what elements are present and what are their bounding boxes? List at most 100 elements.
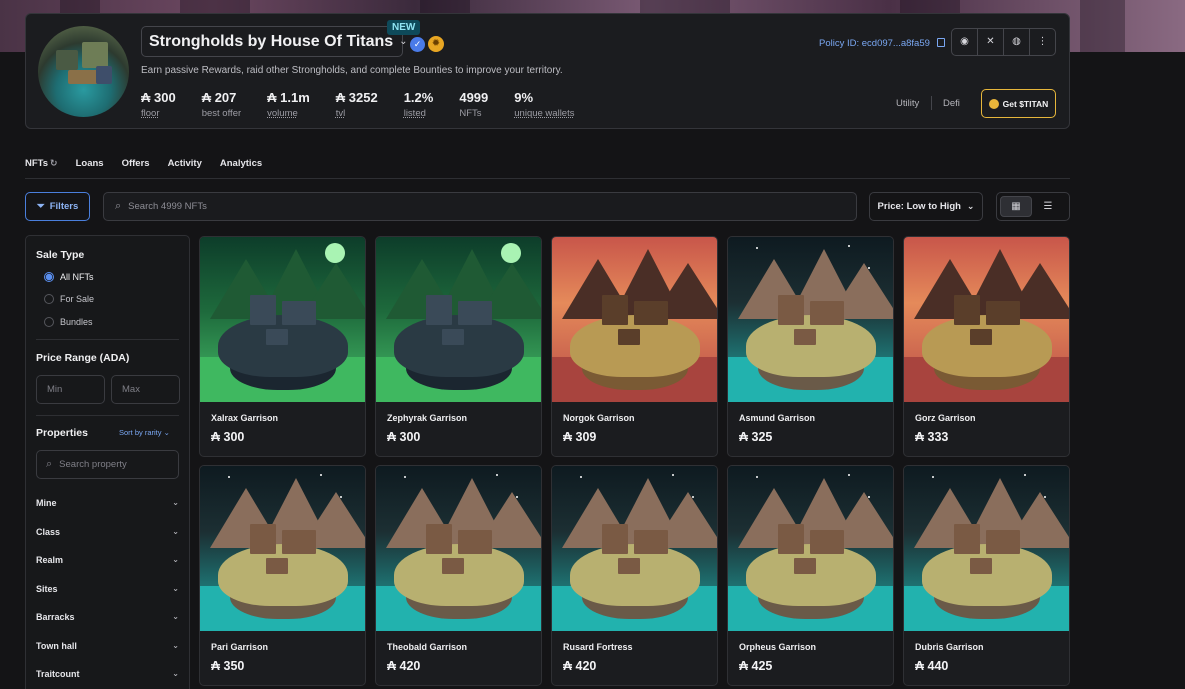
star-shape <box>868 496 870 498</box>
tab-activity[interactable]: Activity <box>168 158 202 169</box>
radio-label: Bundles <box>60 317 93 327</box>
tab-analytics[interactable]: Analytics <box>220 158 262 169</box>
nft-price: ₳ 425 <box>739 659 773 673</box>
nft-card[interactable]: Pari Garrison ₳ 350 <box>199 465 366 686</box>
nft-card[interactable]: Gorz Garrison ₳ 333 <box>903 236 1070 457</box>
star-shape <box>692 496 694 498</box>
chevron-down-icon: ⌄ <box>172 584 179 593</box>
property-town-hall[interactable]: Town hall ⌄ <box>36 641 179 651</box>
radio-dot <box>44 272 54 282</box>
x-icon[interactable]: ✕ <box>978 29 1004 55</box>
nft-image[interactable] <box>552 237 717 402</box>
radio-all-nfts[interactable]: All NFTs <box>44 272 94 282</box>
stat-label: best offer <box>201 108 242 119</box>
radio-label: All NFTs <box>60 272 94 282</box>
nft-card[interactable]: Zephyrak Garrison ₳ 300 <box>375 236 542 457</box>
collection-avatar <box>38 26 129 117</box>
stat-label: listed <box>403 108 426 119</box>
tab-offers[interactable]: Offers <box>122 158 150 169</box>
property-label: Town hall <box>36 641 77 651</box>
nft-card[interactable]: Dubris Garrison ₳ 440 <box>903 465 1070 686</box>
property-mine[interactable]: Mine ⌄ <box>36 498 179 508</box>
min-price-input[interactable]: Min <box>36 375 105 404</box>
property-label: Barracks <box>36 612 75 622</box>
search-nfts-input[interactable]: ⌕ Search 4999 NFTs <box>103 192 857 221</box>
building-shape <box>634 301 668 325</box>
building-shape <box>618 558 640 574</box>
sort-by-rarity-dropdown[interactable]: Sort by rarity ⌄ <box>119 428 170 437</box>
chevron-down-icon: ⌄ <box>172 527 179 536</box>
get-titan-button[interactable]: Get $TITAN <box>981 89 1056 118</box>
radio-for-sale[interactable]: For Sale <box>44 294 94 304</box>
copy-icon[interactable] <box>936 38 945 47</box>
globe-icon[interactable]: ◍ <box>1004 29 1030 55</box>
filters-label: Filters <box>49 201 79 212</box>
list-view-icon[interactable]: ☰ <box>1032 196 1064 217</box>
nft-card[interactable]: Theobald Garrison ₳ 420 <box>375 465 542 686</box>
nft-image[interactable] <box>200 466 365 631</box>
property-realm[interactable]: Realm ⌄ <box>36 555 179 565</box>
policy-id[interactable]: Policy ID: ecd097...a8fa59 <box>819 38 945 49</box>
property-traitcount[interactable]: Traitcount ⌄ <box>36 669 179 679</box>
star-shape <box>496 474 498 476</box>
tab-nfts[interactable]: NFTs ↻ <box>25 158 58 169</box>
building-shape <box>282 530 316 554</box>
nft-card[interactable]: Xalrax Garrison ₳ 300 <box>199 236 366 457</box>
category-defi[interactable]: Defi <box>943 98 960 109</box>
nft-name: Norgok Garrison <box>563 413 635 423</box>
collection-title-dropdown[interactable]: Strongholds by House Of Titans ⌄ <box>141 26 408 57</box>
collection-title: Strongholds by House Of Titans <box>149 32 394 50</box>
nft-image[interactable] <box>904 237 1069 402</box>
building-shape <box>778 295 804 325</box>
sort-dropdown[interactable]: Price: Low to High ⌄ <box>869 192 983 221</box>
nft-card[interactable]: Orpheus Garrison ₳ 425 <box>727 465 894 686</box>
tab-loans[interactable]: Loans <box>76 158 104 169</box>
building-shape <box>954 524 980 554</box>
building-shape <box>602 524 628 554</box>
property-barracks[interactable]: Barracks ⌄ <box>36 612 179 622</box>
star-shape <box>580 476 582 478</box>
max-price-input[interactable]: Max <box>111 375 180 404</box>
nft-image[interactable] <box>376 237 541 402</box>
stat-volume: ₳ 1.1m volume <box>267 90 310 119</box>
nft-card[interactable]: Norgok Garrison ₳ 309 <box>551 236 718 457</box>
nft-price: ₳ 300 <box>387 430 421 444</box>
nft-image[interactable] <box>376 466 541 631</box>
gold-seal-icon: ✹ <box>428 36 444 52</box>
property-class[interactable]: Class ⌄ <box>36 527 179 537</box>
nft-image[interactable] <box>728 466 893 631</box>
nft-card[interactable]: Rusard Fortress ₳ 420 <box>551 465 718 686</box>
chevron-down-icon: ⌄ <box>399 36 408 47</box>
star-shape <box>756 247 758 249</box>
nft-image[interactable] <box>728 237 893 402</box>
radio-bundles[interactable]: Bundles <box>44 317 93 327</box>
property-search-input[interactable]: ⌕ Search property <box>36 450 179 479</box>
building-shape <box>442 329 464 345</box>
tabs-divider <box>25 178 1070 179</box>
building-shape <box>250 295 276 325</box>
nft-image[interactable] <box>904 466 1069 631</box>
coin-icon <box>988 98 999 109</box>
stat-label: tvl <box>335 108 346 119</box>
property-sites[interactable]: Sites ⌄ <box>36 584 179 594</box>
filters-button[interactable]: ⏷ Filters <box>25 192 90 221</box>
category-utility[interactable]: Utility <box>896 98 919 109</box>
building-shape <box>954 295 980 325</box>
social-links: ◉ ✕ ◍ ⋮ <box>951 28 1056 56</box>
sort-by-rarity-label: Sort by rarity <box>119 428 162 437</box>
nft-price: ₳ 440 <box>915 659 949 673</box>
more-icon[interactable]: ⋮ <box>1030 29 1055 55</box>
discord-icon[interactable]: ◉ <box>952 29 978 55</box>
building-shape <box>282 301 316 325</box>
tab-label: NFTs <box>25 158 49 169</box>
chevron-down-icon: ⌄ <box>172 555 179 564</box>
nft-image[interactable] <box>552 466 717 631</box>
nft-name: Zephyrak Garrison <box>387 413 468 423</box>
nft-card[interactable]: Asmund Garrison ₳ 325 <box>727 236 894 457</box>
collection-tabs: NFTs ↻ Loans Offers Activity Analytics <box>25 158 280 169</box>
sort-label: Price: Low to High <box>877 201 961 212</box>
grid-view-icon[interactable]: ▦ <box>1000 196 1032 217</box>
building-shape <box>986 530 1020 554</box>
nft-image[interactable] <box>200 237 365 402</box>
refresh-icon[interactable]: ↻ <box>50 158 58 168</box>
